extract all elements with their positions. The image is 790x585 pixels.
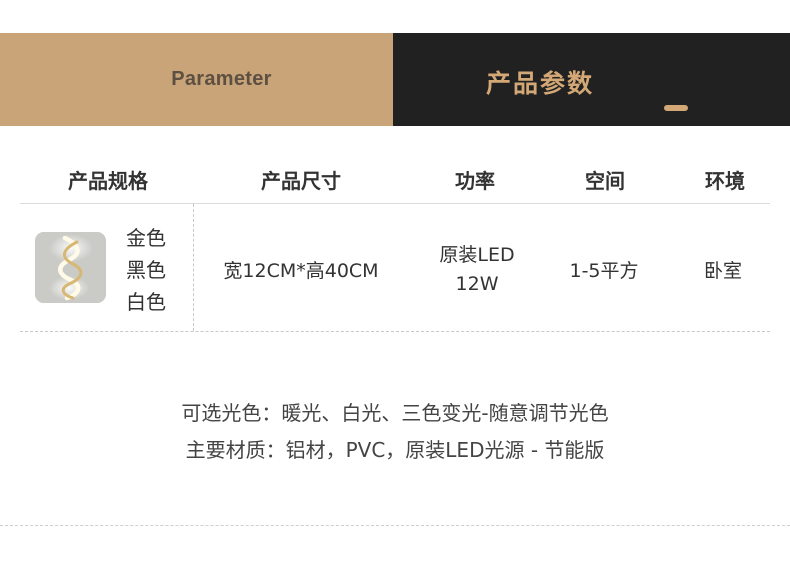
banner-left-panel: Parameter — [0, 33, 393, 126]
color-option-gold: 金色 — [126, 226, 166, 250]
light-color-note: 可选光色：暖光、白光、三色变光-随意调节光色 — [181, 401, 609, 425]
environment-value: 卧室 — [703, 260, 743, 282]
spiral-lamp-image — [35, 232, 106, 303]
table-header-row: 产品规格 产品尺寸 功率 空间 环境 — [20, 165, 770, 201]
color-option-white: 白色 — [126, 290, 166, 314]
row-divider — [20, 331, 770, 332]
header-divider — [20, 203, 770, 204]
page-title: 产品参数 — [486, 69, 595, 98]
header-size: 产品尺寸 — [261, 169, 341, 193]
footer-divider — [0, 525, 790, 526]
column-separator — [193, 204, 194, 331]
banner: Parameter 产品参数 — [0, 33, 790, 126]
color-options-list: 金色 黑色 白色 — [126, 222, 166, 318]
title-accent-bar — [664, 105, 688, 111]
header-power: 功率 — [455, 169, 495, 193]
power-value-line2: 12W — [455, 273, 499, 295]
product-thumbnail — [35, 232, 106, 303]
material-note: 主要材质：铝材，PVC，原装LED光源 - 节能版 — [185, 438, 605, 462]
header-spec: 产品规格 — [68, 169, 148, 193]
size-value: 宽12CM*高40CM — [223, 260, 379, 282]
space-value: 1-5平方 — [569, 260, 639, 282]
header-environment: 环境 — [705, 169, 745, 193]
parameter-label: Parameter — [171, 68, 272, 90]
header-space: 空间 — [585, 169, 625, 193]
color-option-black: 黑色 — [126, 258, 166, 282]
banner-right-panel: 产品参数 — [393, 33, 790, 126]
power-value-line1: 原装LED — [439, 244, 515, 266]
